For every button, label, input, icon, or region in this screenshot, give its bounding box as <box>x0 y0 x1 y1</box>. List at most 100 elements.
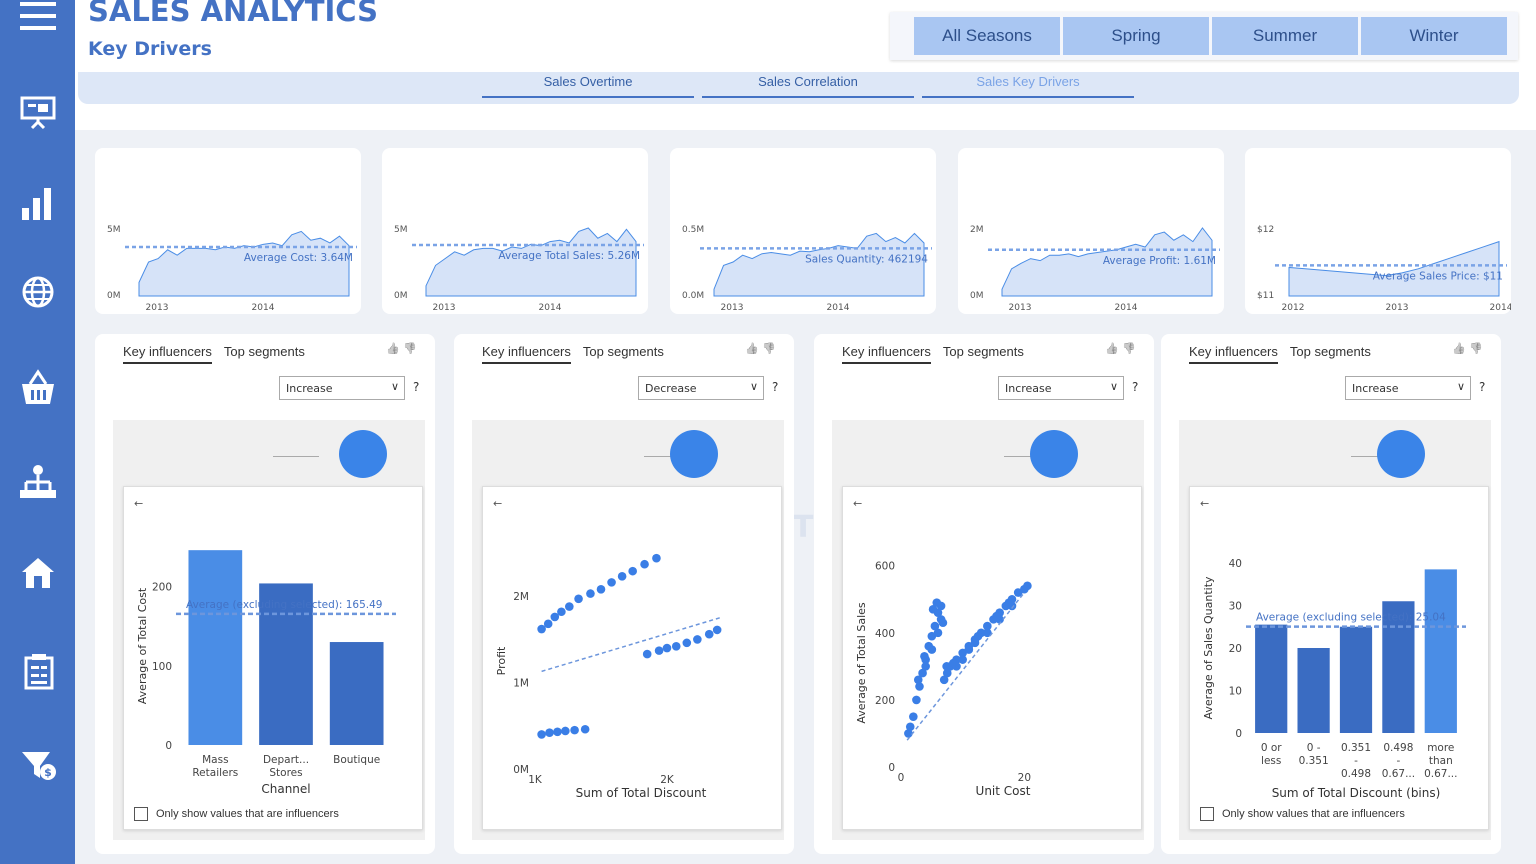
scatter-point <box>927 645 937 654</box>
thumbs-down-icon[interactable]: 👎 <box>403 342 417 355</box>
basket-icon[interactable] <box>14 364 62 412</box>
nav-tab-sales-correlation[interactable]: Sales Correlation <box>702 72 914 98</box>
bar-chart-icon[interactable] <box>14 180 62 228</box>
direction-dropdown[interactable]: Increase ∨ <box>1345 376 1471 400</box>
hamburger-menu-icon[interactable] <box>14 0 62 42</box>
kpi-sparkline: 5M 0M Average Cost: 3.64M 2013 2014 <box>107 225 357 313</box>
feedback-icons: 👍 👎 <box>386 342 417 355</box>
checkbox-box[interactable] <box>134 807 148 821</box>
influence-bubble[interactable] <box>670 430 718 478</box>
influencer-detail-area: ← Average of Total Cost 0 100 200 Mass Retaile… <box>113 420 425 840</box>
help-icon[interactable]: ? <box>413 380 419 394</box>
tab-top-segments[interactable]: Top segments <box>943 344 1024 362</box>
kpi-average-label: Average Total Sales: 5.26M <box>498 250 640 262</box>
tab-top-segments[interactable]: Top segments <box>583 344 664 362</box>
scatter-point <box>640 559 649 569</box>
help-icon[interactable]: ? <box>1132 380 1138 394</box>
y-tick-label: 40 <box>1229 558 1242 570</box>
influence-bubble[interactable] <box>339 430 387 478</box>
kpi-average-label: Sales Quantity: 462194 <box>805 253 928 265</box>
tab-top-segments[interactable]: Top segments <box>1290 344 1371 362</box>
tab-key-influencers[interactable]: Key influencers <box>842 344 931 364</box>
influence-bubble[interactable] <box>1377 430 1425 478</box>
key-influencers-panel: Key influencers Top segments 👍 👎 Decrease ∨?… <box>454 334 794 854</box>
kpi-sparkline: $12 $11 Average Sales Price: $11 2012 2013 20… <box>1257 225 1511 313</box>
thumbs-down-icon[interactable]: 👎 <box>762 342 776 355</box>
kpi-x-tick: 2014 <box>1490 303 1511 313</box>
help-icon[interactable]: ? <box>772 380 778 394</box>
x-tick-label: than <box>1429 755 1453 767</box>
x-tick-label: 0 <box>898 772 905 784</box>
y-tick-label: 400 <box>875 628 895 640</box>
home-icon[interactable] <box>14 548 62 596</box>
x-tick-label: 0 or <box>1261 742 1282 754</box>
scatter-point <box>712 625 722 635</box>
checkbox-box[interactable] <box>1200 807 1214 821</box>
scatter-point <box>913 675 923 685</box>
tab-top-segments[interactable]: Top segments <box>224 344 305 362</box>
tab-key-influencers[interactable]: Key influencers <box>123 344 212 364</box>
tab-key-influencers[interactable]: Key influencers <box>1189 344 1278 364</box>
season-button-all-seasons[interactable]: All Seasons <box>914 17 1060 55</box>
x-axis-label: Channel <box>261 782 310 796</box>
x-tick-label: 0 - <box>1307 742 1321 754</box>
clipboard-icon[interactable] <box>14 648 62 696</box>
dropdown-value: Increase <box>1352 382 1399 395</box>
thumbs-down-icon[interactable]: 👎 <box>1122 342 1136 355</box>
y-tick-label: 0 <box>1235 728 1242 740</box>
scatter-point <box>561 726 570 736</box>
filter-dollar-icon[interactable]: $ <box>14 740 62 788</box>
kpi-y-tick: 0.0M <box>682 291 704 301</box>
kpi-y-tick: 0M <box>970 291 984 301</box>
y-tick-label: 1M <box>513 678 529 690</box>
thumbs-up-icon[interactable]: 👍 <box>386 342 400 355</box>
direction-dropdown[interactable]: Increase ∨ <box>279 376 405 400</box>
kpi-y-tick: $11 <box>1257 291 1274 301</box>
x-tick-label: more <box>1427 742 1454 754</box>
kpi-x-tick: 2013 <box>433 303 456 313</box>
y-tick-label: 30 <box>1229 601 1242 613</box>
scatter-point <box>949 658 958 668</box>
x-tick-label: 1K <box>528 774 543 786</box>
nav-tab-sales-key-drivers[interactable]: Sales Key Drivers <box>922 72 1134 98</box>
scatter-point <box>992 611 1001 621</box>
kpi-sparkline: 0.5M 0.0M Sales Quantity: 462194 2013 2014 <box>682 225 932 313</box>
influence-bubble[interactable] <box>1030 430 1078 478</box>
y-axis-label: Profit <box>495 646 508 675</box>
direction-dropdown[interactable]: Increase ∨ <box>998 376 1124 400</box>
thumbs-down-icon[interactable]: 👎 <box>1469 342 1483 355</box>
scatter-point <box>553 727 562 737</box>
page-subtitle: Key Drivers <box>88 38 212 60</box>
scatter-point <box>682 638 692 648</box>
scatter-point <box>580 724 590 734</box>
scatter-point <box>693 635 702 644</box>
y-tick-label: 100 <box>152 661 172 673</box>
direction-dropdown[interactable]: Decrease ∨ <box>638 376 764 400</box>
presentation-icon[interactable] <box>14 88 62 136</box>
tab-key-influencers[interactable]: Key influencers <box>482 344 571 364</box>
y-tick-label: 0 <box>888 762 895 774</box>
x-tick-label: Stores <box>269 767 302 779</box>
influencers-only-checkbox[interactable]: Only show values that are influencers <box>1200 807 1405 821</box>
globe-icon[interactable] <box>14 268 62 316</box>
thumbs-up-icon[interactable]: 👍 <box>745 342 759 355</box>
x-tick-label: Boutique <box>333 754 380 766</box>
season-button-spring[interactable]: Spring <box>1063 17 1209 55</box>
season-button-winter[interactable]: Winter <box>1361 17 1507 55</box>
thumbs-up-icon[interactable]: 👍 <box>1105 342 1119 355</box>
scatter-point <box>574 594 583 604</box>
season-button-summer[interactable]: Summer <box>1212 17 1358 55</box>
hierarchy-icon[interactable] <box>14 458 62 506</box>
scatter-point <box>973 631 983 641</box>
scatter-point <box>642 649 652 659</box>
y-axis-label: Average of Sales Quantity <box>1202 576 1215 720</box>
kpi-card: 5M 0M Average Cost: 3.64M 2013 2014 <box>95 148 361 314</box>
nav-tab-sales-overtime[interactable]: Sales Overtime <box>482 72 694 98</box>
influencers-only-checkbox[interactable]: Only show values that are influencers <box>134 807 339 821</box>
kpi-x-tick: 2014 <box>827 303 850 313</box>
kpi-area-series <box>425 227 637 297</box>
kpi-y-tick: 0M <box>394 291 408 301</box>
y-tick-label: 20 <box>1229 643 1242 655</box>
thumbs-up-icon[interactable]: 👍 <box>1452 342 1466 355</box>
help-icon[interactable]: ? <box>1479 380 1485 394</box>
